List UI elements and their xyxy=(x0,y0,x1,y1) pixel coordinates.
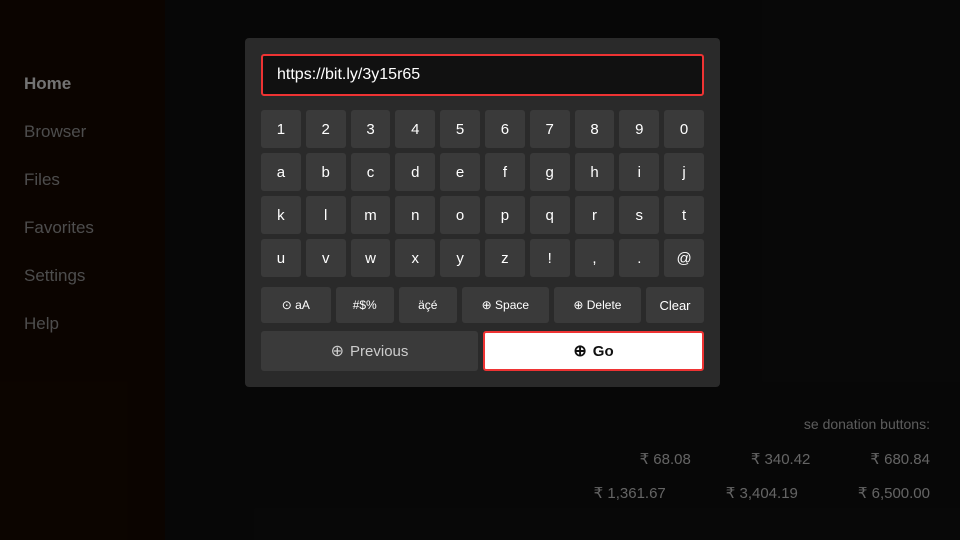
key-h[interactable]: h xyxy=(575,153,615,191)
key-r[interactable]: r xyxy=(575,196,615,234)
key-2[interactable]: 2 xyxy=(306,110,346,148)
key-symbols[interactable]: #$% xyxy=(336,287,394,323)
key-d[interactable]: d xyxy=(395,153,435,191)
key-w[interactable]: w xyxy=(351,239,391,277)
key-at[interactable]: @ xyxy=(664,239,704,277)
key-l[interactable]: l xyxy=(306,196,346,234)
key-5[interactable]: 5 xyxy=(440,110,480,148)
key-accents[interactable]: äçé xyxy=(399,287,457,323)
keyboard-row-alpha2: k l m n o p q r s t xyxy=(261,196,704,234)
key-7[interactable]: 7 xyxy=(530,110,570,148)
key-period[interactable]: . xyxy=(619,239,659,277)
key-clear[interactable]: Clear xyxy=(646,287,704,323)
key-t[interactable]: t xyxy=(664,196,704,234)
keyboard-dialog: https://bit.ly/3y15r65 1 2 3 4 5 6 7 8 9… xyxy=(245,38,720,387)
keyboard-row-alpha3: u v w x y z ! , . @ xyxy=(261,239,704,277)
key-3[interactable]: 3 xyxy=(351,110,391,148)
key-c[interactable]: c xyxy=(351,153,391,191)
go-button[interactable]: ⊕ Go xyxy=(483,331,704,371)
key-o[interactable]: o xyxy=(440,196,480,234)
key-space[interactable]: ⊕ Space xyxy=(462,287,549,323)
key-b[interactable]: b xyxy=(306,153,346,191)
key-n[interactable]: n xyxy=(395,196,435,234)
previous-button[interactable]: ⊕ Previous xyxy=(261,331,478,371)
key-z[interactable]: z xyxy=(485,239,525,277)
key-a[interactable]: a xyxy=(261,153,301,191)
keyboard-row-alpha1: a b c d e f g h i j xyxy=(261,153,704,191)
key-e[interactable]: e xyxy=(440,153,480,191)
key-exclaim[interactable]: ! xyxy=(530,239,570,277)
url-input[interactable]: https://bit.ly/3y15r65 xyxy=(261,54,704,96)
key-y[interactable]: y xyxy=(440,239,480,277)
key-q[interactable]: q xyxy=(530,196,570,234)
keyboard-row-numbers: 1 2 3 4 5 6 7 8 9 0 xyxy=(261,110,704,148)
key-u[interactable]: u xyxy=(261,239,301,277)
key-9[interactable]: 9 xyxy=(619,110,659,148)
key-s[interactable]: s xyxy=(619,196,659,234)
key-4[interactable]: 4 xyxy=(395,110,435,148)
key-v[interactable]: v xyxy=(306,239,346,277)
key-1[interactable]: 1 xyxy=(261,110,301,148)
url-value: https://bit.ly/3y15r65 xyxy=(277,66,420,84)
key-8[interactable]: 8 xyxy=(575,110,615,148)
key-x[interactable]: x xyxy=(395,239,435,277)
action-row: ⊕ Previous ⊕ Go xyxy=(261,331,704,371)
key-g[interactable]: g xyxy=(530,153,570,191)
key-f[interactable]: f xyxy=(485,153,525,191)
keyboard-row-special: ⊙ aA #$% äçé ⊕ Space ⊕ Delete Clear xyxy=(261,287,704,323)
key-0[interactable]: 0 xyxy=(664,110,704,148)
key-m[interactable]: m xyxy=(351,196,391,234)
key-6[interactable]: 6 xyxy=(485,110,525,148)
go-label: Go xyxy=(593,343,614,360)
key-capslock[interactable]: ⊙ aA xyxy=(261,287,331,323)
go-icon: ⊕ xyxy=(573,341,586,361)
previous-label: Previous xyxy=(350,343,408,360)
key-i[interactable]: i xyxy=(619,153,659,191)
previous-icon: ⊕ xyxy=(331,341,344,361)
key-j[interactable]: j xyxy=(664,153,704,191)
key-delete[interactable]: ⊕ Delete xyxy=(554,287,641,323)
virtual-keyboard: 1 2 3 4 5 6 7 8 9 0 a b c d e f g h i j … xyxy=(261,110,704,323)
key-k[interactable]: k xyxy=(261,196,301,234)
key-p[interactable]: p xyxy=(485,196,525,234)
key-comma[interactable]: , xyxy=(575,239,615,277)
